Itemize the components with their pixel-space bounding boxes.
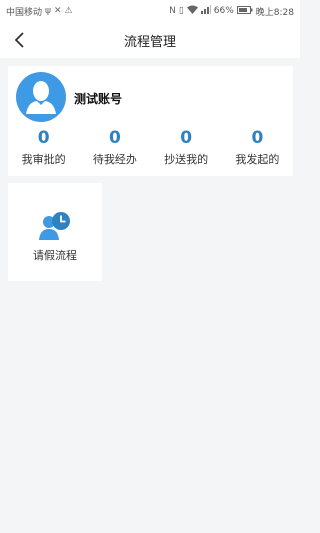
leave-process-card[interactable]: 请假流程 <box>8 183 102 281</box>
stat-cc-to-me[interactable]: 0 抄送我的 <box>151 126 222 167</box>
signal-icon <box>200 5 211 17</box>
vibrate-icon: ▯ <box>178 6 184 16</box>
leave-process-label: 请假流程 <box>33 249 77 262</box>
account-name: 测试账号 <box>74 92 123 106</box>
page-title: 流程管理 <box>123 34 176 50</box>
back-button[interactable] <box>8 28 32 52</box>
stat-value: 0 <box>37 128 50 148</box>
wifi-icon <box>186 5 198 17</box>
avatar <box>16 72 66 122</box>
carrier-label: 中国移动 <box>6 7 43 18</box>
nav-bar: 流程管理 <box>0 22 300 58</box>
status-left: 中国移动 ψ ✕ ⚠ <box>6 5 73 18</box>
stat-value: 0 <box>108 128 121 148</box>
stat-label: 我发起的 <box>235 153 280 166</box>
stat-value: 0 <box>251 128 264 148</box>
no-sim-icon: ✕ <box>53 6 62 16</box>
profile-card: 测试账号 0 我审批的 0 待我经办 0 抄送我的 0 我发起的 <box>8 66 293 176</box>
status-right: N ▯ 66% 晚上8:28 <box>169 5 294 18</box>
stat-initiated-by-me[interactable]: 0 我发起的 <box>222 126 293 167</box>
stats-row: 0 我审批的 0 待我经办 0 抄送我的 0 我发起的 <box>8 126 293 167</box>
stat-label: 待我经办 <box>92 153 137 166</box>
nfc-icon: N <box>169 6 176 16</box>
status-bar: 中国移动 ψ ✕ ⚠ N ▯ 66% 晚上8:28 <box>0 0 300 22</box>
stat-my-approvals[interactable]: 0 我审批的 <box>8 126 79 167</box>
stat-pending-handling[interactable]: 0 待我经办 <box>79 126 150 167</box>
stat-label: 我审批的 <box>21 153 66 166</box>
stat-label: 抄送我的 <box>164 153 209 166</box>
usb-icon: ψ <box>45 6 51 16</box>
clock: 晚上8:28 <box>255 7 294 18</box>
user-avatar-icon <box>26 81 56 114</box>
battery-percent: 66% <box>213 6 234 16</box>
battery-icon <box>236 5 253 17</box>
chevron-left-icon <box>14 32 24 48</box>
stat-value: 0 <box>180 128 193 148</box>
person-clock-icon <box>39 212 70 240</box>
warning-icon: ⚠ <box>64 6 73 16</box>
